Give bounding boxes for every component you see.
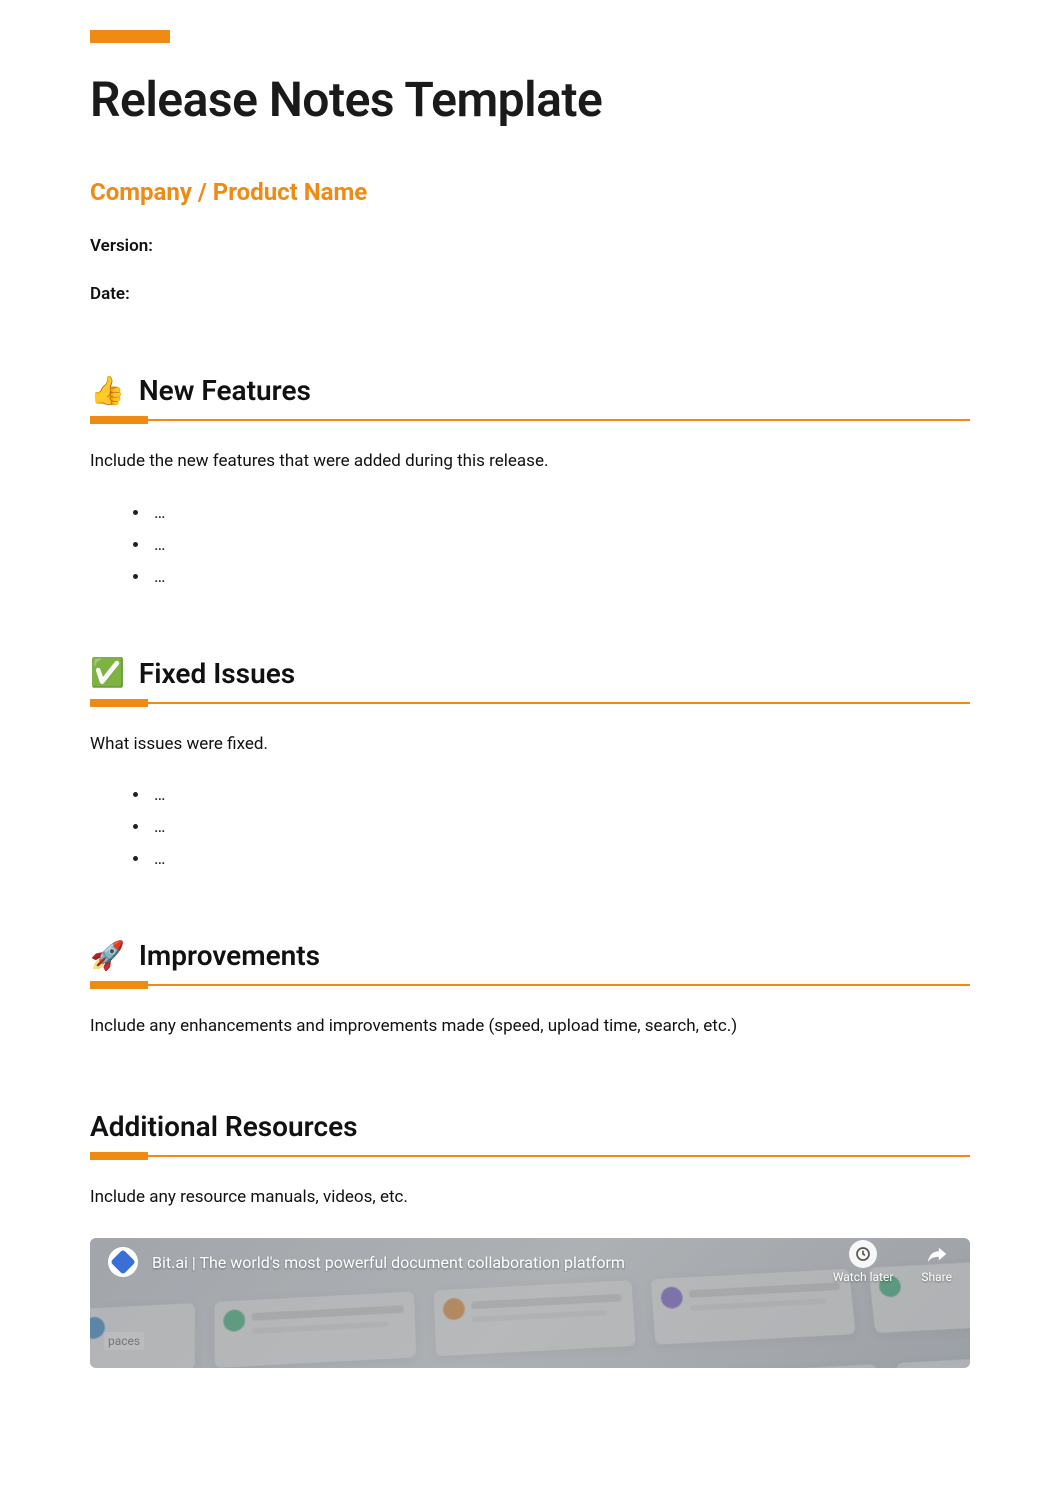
list-item: … <box>150 503 970 523</box>
list-item: … <box>150 567 970 587</box>
list-item: … <box>150 535 970 555</box>
feature-list: … … … <box>90 503 970 587</box>
video-brand-icon <box>108 1247 138 1277</box>
page-title: Release Notes Template <box>90 71 970 128</box>
section-title: New Features <box>139 374 311 407</box>
section-fixed-issues: ✅ Fixed Issues What issues were fixed. …… <box>90 657 970 870</box>
rocket-icon: 🚀 <box>90 942 125 970</box>
section-new-features: 👍 New Features Include the new features … <box>90 374 970 587</box>
clock-icon <box>849 1240 877 1268</box>
section-rule <box>90 1155 970 1157</box>
section-title: Additional Resources <box>90 1110 358 1143</box>
section-description: Include the new features that were added… <box>90 449 970 475</box>
list-item: … <box>150 817 970 837</box>
video-embed[interactable]: paces Bit.ai | The world's most powerful… <box>90 1238 970 1368</box>
section-heading: 🚀 Improvements <box>90 939 970 972</box>
section-description: Include any enhancements and improvement… <box>90 1014 970 1040</box>
section-heading: 👍 New Features <box>90 374 970 407</box>
company-product-subtitle: Company / Product Name <box>90 178 970 206</box>
section-description: What issues were fixed. <box>90 732 970 758</box>
thumbs-up-icon: 👍 <box>90 377 125 405</box>
section-rule <box>90 419 970 421</box>
section-rule <box>90 702 970 704</box>
section-heading: ✅ Fixed Issues <box>90 657 970 690</box>
section-heading: Additional Resources <box>90 1110 970 1143</box>
share-icon <box>923 1240 951 1268</box>
section-description: Include any resource manuals, videos, et… <box>90 1185 970 1211</box>
section-rule <box>90 984 970 986</box>
watch-later-label: Watch later <box>833 1270 894 1284</box>
section-improvements: 🚀 Improvements Include any enhancements … <box>90 939 970 1040</box>
video-topbar: Bit.ai | The world's most powerful docum… <box>90 1238 970 1286</box>
section-title: Improvements <box>139 939 320 972</box>
list-item: … <box>150 849 970 869</box>
share-button[interactable]: Share <box>921 1240 952 1284</box>
accent-bar <box>90 30 170 43</box>
list-item: … <box>150 785 970 805</box>
video-actions: Watch later Share <box>833 1240 952 1284</box>
section-title: Fixed Issues <box>139 657 295 690</box>
video-title: Bit.ai | The world's most powerful docum… <box>152 1253 819 1272</box>
section-additional-resources: Additional Resources Include any resourc… <box>90 1110 970 1369</box>
version-label: Version: <box>90 236 970 256</box>
date-label: Date: <box>90 284 970 304</box>
issues-list: … … … <box>90 785 970 869</box>
share-label: Share <box>921 1270 952 1284</box>
checkmark-icon: ✅ <box>90 659 125 687</box>
watch-later-button[interactable]: Watch later <box>833 1240 894 1284</box>
